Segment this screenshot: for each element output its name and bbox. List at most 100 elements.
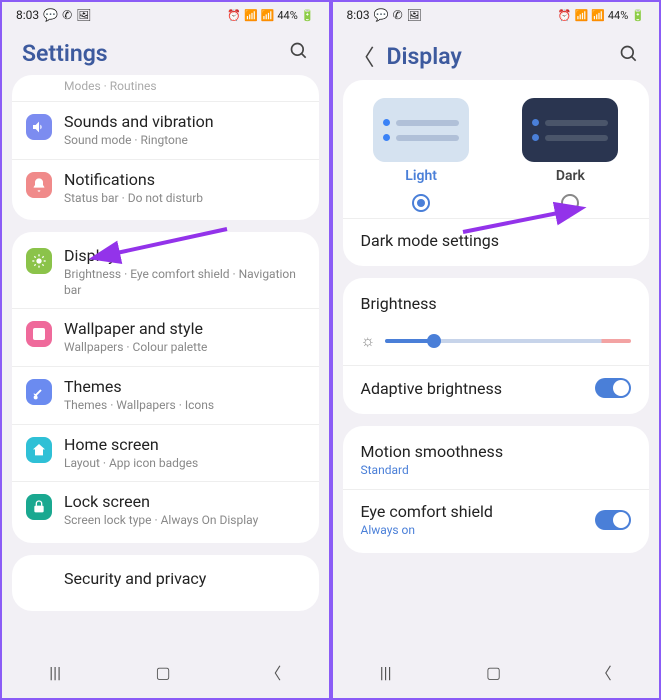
settings-item-security[interactable]: Security and privacy — [12, 559, 319, 607]
motion-smoothness[interactable]: Motion smoothness Standard — [343, 430, 650, 489]
settings-group: Modes · Routines Sounds and vibration So… — [12, 75, 319, 220]
theme-label: Dark — [556, 168, 585, 184]
home-button[interactable]: ▢ — [156, 663, 171, 682]
battery-icon: 🔋 — [631, 9, 645, 22]
item-subtitle: Sound mode · Ringtone — [64, 133, 305, 149]
alarm-icon: ⏰ — [558, 9, 572, 22]
recents-button[interactable]: ||| — [380, 663, 392, 682]
display-screen: 8:03 💬 ✆ 🖼 ⏰ 📶 📶 44% 🔋 〈 Display — [331, 0, 661, 700]
setting-value: Always on — [361, 523, 596, 537]
status-bar: 8:03 💬 ✆ 🖼 ⏰ 📶 📶 44% 🔋 — [2, 2, 329, 28]
speaker-icon — [26, 114, 52, 140]
settings-item-home[interactable]: Home screen Layout · App icon badges — [12, 424, 319, 482]
dark-radio[interactable] — [561, 194, 579, 212]
sun-small-icon: ☼ — [361, 331, 376, 351]
item-subtitle: Layout · App icon badges — [64, 456, 305, 472]
page-title: Settings — [22, 40, 277, 67]
dark-preview — [522, 98, 618, 162]
light-preview — [373, 98, 469, 162]
settings-item-wallpaper[interactable]: Wallpaper and style Wallpapers · Colour … — [12, 308, 319, 366]
chat-icon: 💬 — [374, 8, 389, 22]
settings-item-notifications[interactable]: Notifications Status bar · Do not distur… — [12, 159, 319, 217]
home-icon — [26, 437, 52, 463]
settings-list[interactable]: Modes · Routines Sounds and vibration So… — [2, 75, 329, 650]
wifi-icon: 📶 — [574, 9, 588, 22]
setting-label: Brightness — [361, 294, 437, 313]
header: Settings — [2, 28, 329, 75]
dark-mode-settings[interactable]: Dark mode settings — [343, 218, 650, 262]
back-button[interactable]: 〈 — [265, 660, 281, 684]
item-subtitle: Brightness · Eye comfort shield · Naviga… — [64, 267, 305, 298]
header: 〈 Display — [333, 28, 660, 80]
clock: 8:03 — [16, 8, 39, 22]
item-title: Notifications — [64, 170, 305, 189]
clock: 8:03 — [347, 8, 370, 22]
lock-icon — [26, 494, 52, 520]
battery-icon: 🔋 — [301, 9, 315, 22]
brightness-card: Brightness ☼ Adaptive brightness — [343, 278, 650, 414]
image-icon: 🖼 — [407, 8, 422, 22]
theme-option-dark[interactable]: Dark — [522, 98, 618, 212]
settings-item-lock[interactable]: Lock screen Screen lock type · Always On… — [12, 481, 319, 539]
settings-item-sounds[interactable]: Sounds and vibration Sound mode · Ringto… — [12, 101, 319, 159]
chat-icon: 💬 — [43, 8, 58, 22]
recents-button[interactable]: ||| — [49, 663, 61, 682]
item-subtitle: Screen lock type · Always On Display — [64, 513, 305, 529]
setting-label: Adaptive brightness — [361, 379, 596, 398]
home-button[interactable]: ▢ — [486, 663, 501, 682]
item-title: Themes — [64, 377, 305, 396]
item-title: Lock screen — [64, 492, 305, 511]
brightness-slider[interactable] — [385, 339, 631, 343]
back-button[interactable]: 〈 — [596, 660, 612, 684]
signal-icon: 📶 — [261, 9, 275, 22]
brightness-slider-row: ☼ — [343, 325, 650, 365]
battery-pct: 44% — [277, 9, 297, 22]
palette-icon — [26, 321, 52, 347]
settings-item-display[interactable]: Display Brightness · Eye comfort shield … — [12, 236, 319, 308]
whatsapp-icon: ✆ — [393, 8, 403, 22]
setting-label: Motion smoothness — [361, 442, 632, 461]
alarm-icon: ⏰ — [227, 9, 241, 22]
setting-value: Standard — [361, 463, 632, 477]
search-icon[interactable] — [619, 44, 639, 69]
settings-screen: 8:03 💬 ✆ 🖼 ⏰ 📶 📶 44% 🔋 Settings Modes · … — [0, 0, 331, 700]
brightness-label-row: Brightness — [343, 282, 650, 325]
item-subtitle: Status bar · Do not disturb — [64, 191, 305, 207]
cutoff-item: Modes · Routines — [12, 79, 319, 101]
nav-bar: ||| ▢ 〈 — [333, 650, 660, 698]
sun-icon — [26, 248, 52, 274]
item-title: Security and privacy — [64, 569, 305, 588]
item-title: Home screen — [64, 435, 305, 454]
search-icon[interactable] — [289, 41, 309, 66]
item-title: Display — [64, 246, 305, 265]
back-icon[interactable]: 〈 — [353, 40, 375, 72]
settings-group: Display Brightness · Eye comfort shield … — [12, 232, 319, 543]
page-title: Display — [387, 43, 607, 70]
theme-option-light[interactable]: Light — [373, 98, 469, 212]
item-title: Wallpaper and style — [64, 319, 305, 338]
nav-bar: ||| ▢ 〈 — [2, 650, 329, 698]
adaptive-brightness[interactable]: Adaptive brightness — [343, 365, 650, 410]
image-icon: 🖼 — [76, 8, 91, 22]
setting-label: Eye comfort shield — [361, 502, 596, 521]
light-radio[interactable] — [412, 194, 430, 212]
setting-label: Dark mode settings — [361, 231, 500, 250]
battery-pct: 44% — [608, 9, 628, 22]
signal-icon: 📶 — [591, 9, 605, 22]
status-bar: 8:03 💬 ✆ 🖼 ⏰ 📶 📶 44% 🔋 — [333, 2, 660, 28]
theme-label: Light — [405, 168, 437, 184]
eye-toggle[interactable] — [595, 510, 631, 530]
bell-icon — [26, 172, 52, 198]
theme-card: Light Dark Dark mode settings — [343, 80, 650, 266]
wifi-icon: 📶 — [244, 9, 258, 22]
whatsapp-icon: ✆ — [62, 8, 72, 22]
adaptive-toggle[interactable] — [595, 378, 631, 398]
item-title: Sounds and vibration — [64, 112, 305, 131]
settings-group: Security and privacy — [12, 555, 319, 611]
eye-comfort-shield[interactable]: Eye comfort shield Always on — [343, 489, 650, 549]
display-list[interactable]: Light Dark Dark mode settings — [333, 80, 660, 650]
item-subtitle: Themes · Wallpapers · Icons — [64, 398, 305, 414]
motion-eye-card: Motion smoothness Standard Eye comfort s… — [343, 426, 650, 553]
settings-item-themes[interactable]: Themes Themes · Wallpapers · Icons — [12, 366, 319, 424]
brush-icon — [26, 379, 52, 405]
